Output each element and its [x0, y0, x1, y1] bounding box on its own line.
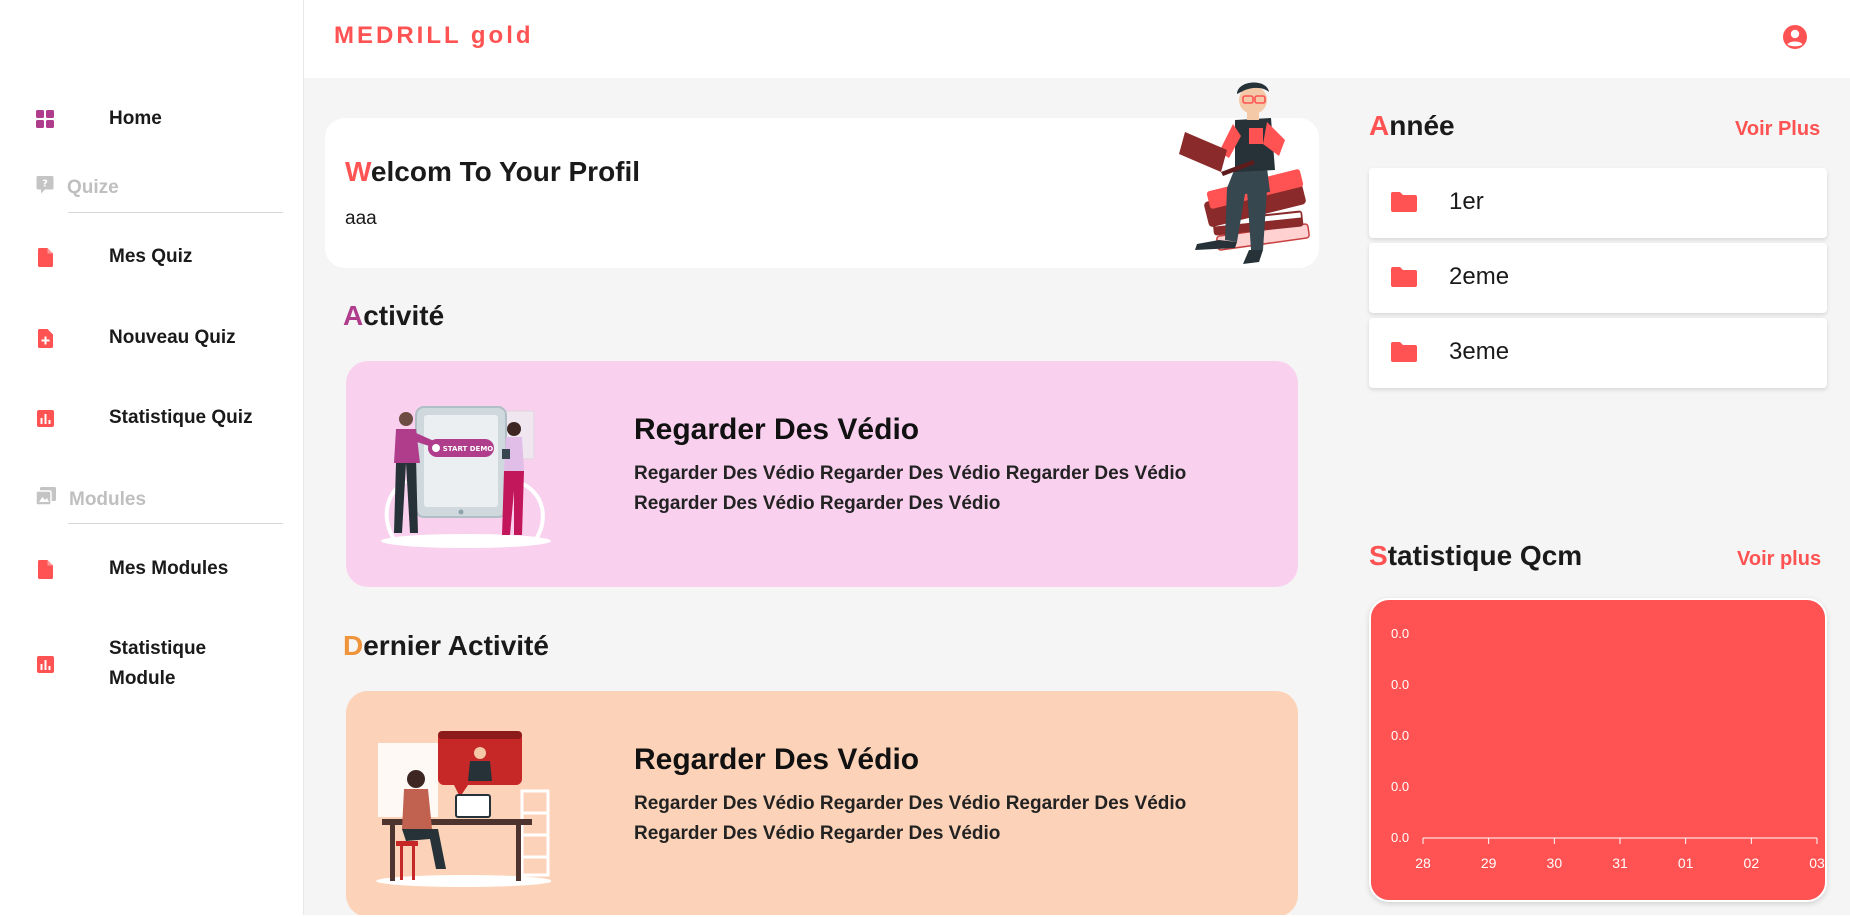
- sidebar-item-label: Statistique Quiz: [109, 407, 253, 428]
- last-activity-card-description: Regarder Des Védio Regarder Des Védio Re…: [634, 793, 1187, 844]
- reading-man-illustration: [1175, 80, 1335, 290]
- sidebar-item-nouveau-quiz[interactable]: Nouveau Quiz: [36, 323, 236, 353]
- sidebar-item-statistique-quiz[interactable]: Statistique Quiz: [36, 403, 253, 433]
- dernier-activite-title: Dernier Activité: [343, 630, 549, 661]
- last-activity-card-title: Regarder Des Védio: [634, 743, 920, 776]
- demo-illustration: START DEMO: [376, 401, 551, 556]
- statistique-qcm-chart: 0.0 0.0 0.0 0.0 0.0 28 29 30 31 01 02 03: [1369, 598, 1827, 902]
- section-header-modules: Modules: [35, 487, 147, 512]
- annee-title: Année: [1369, 110, 1455, 141]
- y-tick-label: 0.0: [1391, 626, 1409, 641]
- brand-logo[interactable]: MEDRILL gold: [334, 22, 534, 50]
- section-label-quize: Quize: [67, 176, 119, 198]
- welcome-title: Welcom To Your Profil: [345, 156, 641, 187]
- sidebar-item-statistique-module[interactable]: Statistique Module: [36, 634, 219, 694]
- sidebar-item-label: Home: [109, 108, 162, 129]
- chart-icon: [36, 408, 54, 428]
- x-tick-label: 01: [1678, 855, 1694, 871]
- year-label: 2eme: [1449, 263, 1510, 290]
- x-tick-label: 31: [1612, 855, 1628, 871]
- y-tick-label: 0.0: [1391, 728, 1409, 743]
- sidebar-item-mes-modules[interactable]: Mes Modules: [36, 554, 228, 584]
- section-header-quize: ? Quize: [36, 175, 119, 200]
- activity-card[interactable]: START DEMO Regarder Des Védio Regarder D…: [346, 361, 1298, 587]
- x-tick-label: 29: [1481, 855, 1497, 871]
- year-label: 3eme: [1449, 338, 1510, 365]
- welcome-subtitle: aaa: [345, 208, 377, 229]
- file-add-icon: [36, 328, 54, 348]
- year-item[interactable]: 2eme: [1369, 243, 1827, 313]
- folder-icon: [1391, 192, 1417, 217]
- activite-title: Activité: [343, 300, 445, 331]
- y-tick-label: 0.0: [1391, 779, 1409, 794]
- quiz-help-icon: ?: [36, 175, 54, 200]
- modules-icon: [35, 487, 56, 512]
- svg-text:?: ?: [42, 179, 48, 190]
- file-icon: [36, 247, 54, 267]
- start-demo-label: START DEMO: [443, 445, 494, 453]
- activity-card-description: Regarder Des Védio Regarder Des Védio Re…: [634, 463, 1187, 514]
- y-tick-label: 0.0: [1391, 677, 1409, 692]
- video-call-illustration: [376, 731, 552, 896]
- divider: [68, 212, 283, 213]
- folder-icon: [1391, 267, 1417, 292]
- voir-plus-stat-link[interactable]: Voir plus: [1737, 548, 1821, 571]
- section-label-modules: Modules: [69, 488, 147, 510]
- sidebar-item-label: Mes Quiz: [109, 246, 193, 267]
- x-tick-label: 30: [1547, 855, 1563, 871]
- sidebar-item-mes-quiz[interactable]: Mes Quiz: [36, 242, 192, 272]
- folder-icon: [1391, 342, 1417, 367]
- y-tick-label: 0.0: [1391, 830, 1409, 845]
- welcome-card: Welcom To Your Profil aaa: [325, 118, 1319, 268]
- divider: [68, 523, 283, 524]
- sidebar-item-label: Mes Modules: [109, 558, 229, 579]
- x-tick-label: 03: [1809, 855, 1825, 871]
- top-bar: MEDRILL gold: [304, 0, 1850, 78]
- last-activity-card[interactable]: Regarder Des Védio Regarder Des Védio Re…: [346, 691, 1298, 917]
- x-tick-label: 28: [1415, 855, 1431, 871]
- statistique-qcm-title: Statistique Qcm: [1369, 540, 1583, 571]
- sidebar-item-label: Statistique Module: [109, 638, 207, 689]
- sidebar-item-home[interactable]: Home: [36, 104, 162, 134]
- year-label: 1er: [1449, 188, 1484, 215]
- file-icon: [36, 559, 54, 579]
- year-item[interactable]: 1er: [1369, 168, 1827, 238]
- year-item[interactable]: 3eme: [1369, 318, 1827, 388]
- account-icon[interactable]: [1782, 24, 1808, 55]
- dashboard-icon: [36, 109, 54, 129]
- sidebar-item-label: Nouveau Quiz: [109, 327, 236, 348]
- voir-plus-annee-link[interactable]: Voir Plus: [1735, 118, 1820, 141]
- x-tick-label: 02: [1744, 855, 1760, 871]
- sidebar: Home ? Quize Mes Quiz Nouveau Quiz Stati…: [0, 0, 304, 917]
- line-chart: 0.0 0.0 0.0 0.0 0.0 28 29 30 31 01 02 03: [1391, 626, 1825, 871]
- chart-icon: [36, 654, 54, 674]
- activity-card-title: Regarder Des Védio: [634, 413, 920, 446]
